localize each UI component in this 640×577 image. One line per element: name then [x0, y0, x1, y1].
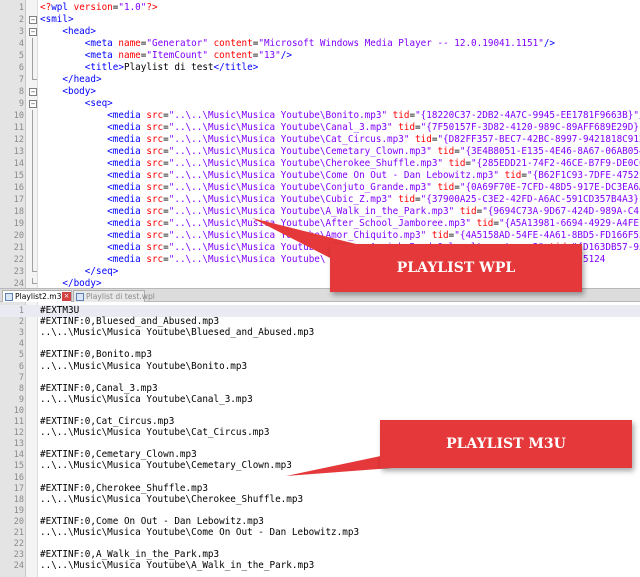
callout-playlist-m3u: PLAYLIST M3U	[380, 420, 632, 468]
callout-playlist-wpl: PLAYLIST WPL	[330, 244, 582, 292]
